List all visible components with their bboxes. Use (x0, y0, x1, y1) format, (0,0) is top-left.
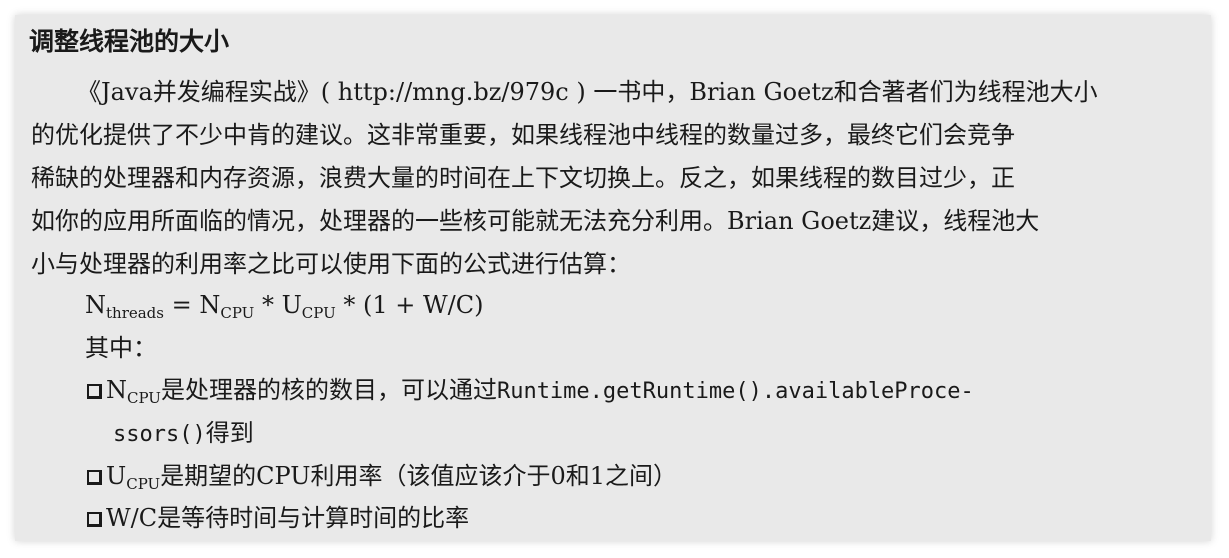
bullet-ncpu-n: N (106, 376, 127, 404)
bullet-ncpu: NCPU是处理器的核的数目，可以通过Runtime.getRuntime().a… (87, 375, 974, 407)
paragraph-line-1: 《Java并发编程实战》( http://mng.bz/979c ) 一书中，B… (77, 78, 1098, 106)
sidebar-box: 调整线程池的大小 《Java并发编程实战》( http://mng.bz/979… (15, 15, 1211, 541)
section-title: 调整线程池的大小 (29, 27, 230, 56)
bullet-ucpu-text: 是期望的CPU利用率（该值应该介于0和1之间） (160, 462, 678, 490)
bullet-wc: W/C是等待时间与计算时间的比率 (87, 503, 469, 533)
checkbox-bullet-icon (87, 384, 102, 399)
checkbox-bullet-icon (87, 470, 102, 485)
paragraph-line-4: 如你的应用所面临的情况，处理器的一些核可能就无法充分利用。Brian Goetz… (31, 207, 1040, 235)
formula-threads-sub: threads (106, 304, 164, 322)
formula-n: N (85, 291, 106, 319)
bullet-ucpu-sub: CPU (126, 475, 161, 493)
checkbox-bullet-icon (87, 512, 102, 527)
bullet-ncpu-sub: CPU (127, 389, 161, 407)
paragraph-line-2: 的优化提供了不少中肯的建议。这非常重要，如果线程池中线程的数量过多，最终它们会竞… (31, 121, 1015, 149)
formula: Nthreads = NCPU * UCPU * (1 + W/C) (85, 290, 484, 322)
bullet-wc-text: W/C是等待时间与计算时间的比率 (106, 504, 470, 532)
formula-rest: * (1 + W/C) (335, 291, 484, 319)
bullet-ucpu-u: U (106, 462, 127, 490)
formula-eq: = N (163, 291, 221, 319)
bullet-ncpu-tail: 得到 (205, 419, 254, 447)
formula-ucpu-sub: CPU (301, 304, 336, 322)
bullet-ucpu: UCPU是期望的CPU利用率（该值应该介于0和1之间） (87, 461, 678, 493)
bullet-ncpu-code: Runtime.getRuntime().availableProce- (496, 379, 974, 404)
bullet-ncpu-text: 是处理器的核的数目，可以通过 (160, 376, 497, 404)
formula-ncpu-sub: CPU (220, 304, 255, 322)
formula-times-u: * U (254, 291, 302, 319)
where-label: 其中： (85, 334, 157, 362)
paragraph-line-3: 稀缺的处理器和内存资源，浪费大量的时间在上下文切换上。反之，如果线程的数目过少，… (31, 164, 1015, 192)
bullet-ncpu-code-cont: ssors() (113, 422, 206, 447)
bullet-ncpu-continuation: ssors()得到 (113, 418, 254, 450)
paragraph-line-5: 小与处理器的利用率之比可以使用下面的公式进行估算： (31, 250, 631, 278)
